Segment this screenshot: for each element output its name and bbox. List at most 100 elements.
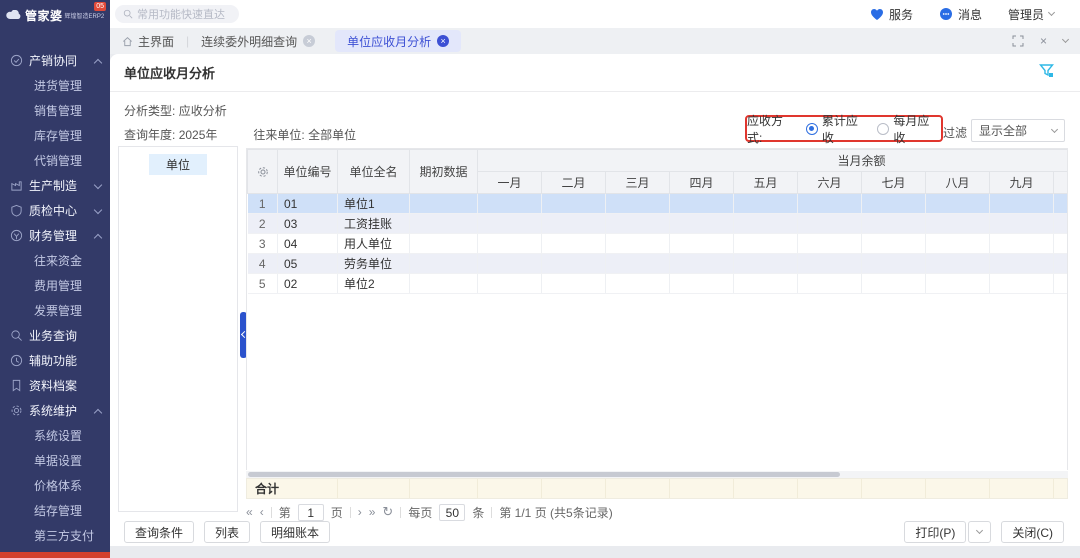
next-page-button[interactable]: › (358, 505, 362, 519)
sidebar-item-caiwu[interactable]: 财务管理 (0, 223, 110, 248)
search-placeholder: 常用功能快速直达 (137, 6, 225, 22)
col-header-month[interactable]: 四月 (670, 172, 734, 194)
horizontal-scrollbar[interactable] (246, 471, 1068, 478)
col-header-month[interactable]: 八月 (926, 172, 990, 194)
table-row[interactable]: 203工资挂账 (248, 214, 1069, 234)
column-settings-button[interactable] (248, 150, 278, 194)
radio-monthly[interactable]: 每月应收 (877, 112, 941, 146)
tab-lianxuweiwai[interactable]: 连续委外明细查询 × (189, 30, 327, 52)
logo-title: 管家婆 (25, 7, 63, 24)
query-meta: 查询年度: 2025年 往来单位: 全部单位 (124, 126, 356, 143)
chat-icon (939, 7, 953, 21)
heart-icon (870, 8, 884, 21)
messages-button[interactable]: 消息 (939, 6, 982, 23)
total-row: 合计 (246, 478, 1068, 499)
topbar: 常用功能快速直达 服务 消息 管理员 (110, 0, 1080, 28)
chevron-down-icon (976, 527, 983, 534)
sidebar-item-wanglaizijin[interactable]: 往来资金 (0, 248, 110, 273)
app-logo: 管家婆 辉煌智造ERP2 05 (0, 0, 110, 30)
radio-cumulative[interactable]: 累计应收 (806, 112, 870, 146)
sidebar-item-fuzhugongneng[interactable]: 辅助功能 (0, 348, 110, 373)
sidebar-item-yewuchaxun[interactable]: 业务查询 (0, 323, 110, 348)
radio-icon[interactable] (877, 123, 889, 135)
sidebar-item-xitongshezhi[interactable]: 系统设置 (0, 423, 110, 448)
main-panel: 单位应收月分析 分析类型: 应收分析 查询年度: 2025年 往来单位: 全部单… (110, 54, 1080, 546)
col-header-month[interactable]: 六月 (798, 172, 862, 194)
table-row[interactable]: 405劳务单位 (248, 254, 1069, 274)
receivable-mode-annotation-box: 应收方式: 累计应收 每月应收 (745, 115, 943, 142)
col-header-month[interactable]: 二月 (542, 172, 606, 194)
col-header-month[interactable]: 一月 (478, 172, 542, 194)
list-button[interactable]: 列表 (204, 521, 250, 543)
clock-icon (10, 354, 23, 367)
col-header-initial[interactable]: 期初数据 (410, 150, 478, 194)
col-header-month[interactable]: 九月 (990, 172, 1054, 194)
bottom-strip (110, 546, 1080, 558)
scrollbar-thumb[interactable] (248, 472, 840, 477)
close-icon[interactable]: × (437, 35, 449, 47)
sidebar-item-jiagetixi[interactable]: 价格体系 (0, 473, 110, 498)
divider (491, 507, 492, 518)
sidebar-item-danjushezhi[interactable]: 单据设置 (0, 448, 110, 473)
sidebar-item-ziliaodangan[interactable]: 资料档案 (0, 373, 110, 398)
gear-icon (10, 404, 23, 417)
sidebar-item-disanfangzhifu[interactable]: 第三方支付 (0, 523, 110, 548)
tab-home[interactable]: 主界面 (110, 33, 186, 50)
table-row[interactable]: 304用人单位 (248, 234, 1069, 254)
col-header-unit-code[interactable]: 单位编号 (278, 150, 338, 194)
sidebar: 管家婆 辉煌智造ERP2 05 产销协同 进货管理 销售管理 库存管理 代销管理… (0, 0, 110, 558)
col-header-month[interactable]: 五月 (734, 172, 798, 194)
close-all-icon[interactable]: × (1040, 34, 1047, 48)
sidebar-item-feiyong[interactable]: 费用管理 (0, 273, 110, 298)
col-header-month[interactable]: 三月 (606, 172, 670, 194)
print-button[interactable]: 打印(P) (904, 521, 966, 543)
data-grid: 单位编号 单位全名 期初数据 当月余额 一月 二月 三月 四月 五月 六月 七月… (246, 148, 1068, 470)
radio-icon[interactable] (806, 123, 818, 135)
first-page-button[interactable]: « (246, 505, 253, 519)
sidebar-item-chanxiaoxietong[interactable]: 产销协同 (0, 48, 110, 73)
sidebar-item-kucun[interactable]: 库存管理 (0, 123, 110, 148)
table-row[interactable]: 101单位1 (248, 194, 1069, 214)
sidebar-item-xitongweihu[interactable]: 系统维护 (0, 398, 110, 423)
sidebar-item-xiaoshou[interactable]: 销售管理 (0, 98, 110, 123)
query-conditions-button[interactable]: 查询条件 (124, 521, 194, 543)
filter-select[interactable]: 显示全部 (971, 119, 1065, 142)
service-button[interactable]: 服务 (870, 6, 913, 23)
col-header-unit-name[interactable]: 单位全名 (338, 150, 410, 194)
print-dropdown-button[interactable] (968, 521, 991, 543)
chevron-down-icon (94, 181, 102, 189)
cloud-logo-icon (6, 10, 22, 20)
user-menu[interactable]: 管理员 (1008, 6, 1054, 23)
sidebar-item-fapiao[interactable]: 发票管理 (0, 298, 110, 323)
query-unit: 往来单位: 全部单位 (253, 126, 356, 143)
table-row[interactable]: 502单位2 (248, 274, 1069, 294)
close-icon[interactable]: × (303, 35, 315, 47)
filter-funnel-icon[interactable] (1039, 63, 1054, 78)
chevron-down-icon (94, 206, 102, 214)
fullscreen-icon[interactable] (1012, 35, 1024, 47)
close-button[interactable]: 关闭(C) (1001, 521, 1064, 543)
home-icon (122, 36, 133, 47)
chevron-up-icon (94, 409, 102, 417)
divider (350, 507, 351, 518)
sidebar-menu: 产销协同 进货管理 销售管理 库存管理 代销管理 生产制造 质检中心 财务管理 … (0, 30, 110, 548)
col-header-month[interactable]: 十月 (1054, 172, 1069, 194)
search-input[interactable]: 常用功能快速直达 (115, 5, 239, 23)
last-page-button[interactable]: » (369, 505, 376, 519)
col-header-month[interactable]: 七月 (862, 172, 926, 194)
chevron-down-icon (1051, 125, 1058, 132)
tab-danweiyingshou[interactable]: 单位应收月分析 × (335, 30, 461, 52)
sidebar-bottom-highlight (0, 552, 110, 558)
mode-label: 应收方式: (747, 112, 798, 146)
sidebar-item-zhijian[interactable]: 质检中心 (0, 198, 110, 223)
detail-ledger-button[interactable]: 明细账本 (260, 521, 330, 543)
sidebar-item-jiecunguanli[interactable]: 结存管理 (0, 498, 110, 523)
total-label: 合计 (247, 479, 337, 498)
prev-page-button[interactable]: ‹ (260, 505, 264, 519)
sidebar-item-jinhuo[interactable]: 进货管理 (0, 73, 110, 98)
sidebar-item-shengchanzhizao[interactable]: 生产制造 (0, 173, 110, 198)
sidebar-item-daixiao[interactable]: 代销管理 (0, 148, 110, 173)
tree-root-unit[interactable]: 单位 (149, 154, 207, 175)
chevron-down-icon[interactable] (1062, 36, 1069, 43)
tab-tools: × (1012, 34, 1080, 48)
